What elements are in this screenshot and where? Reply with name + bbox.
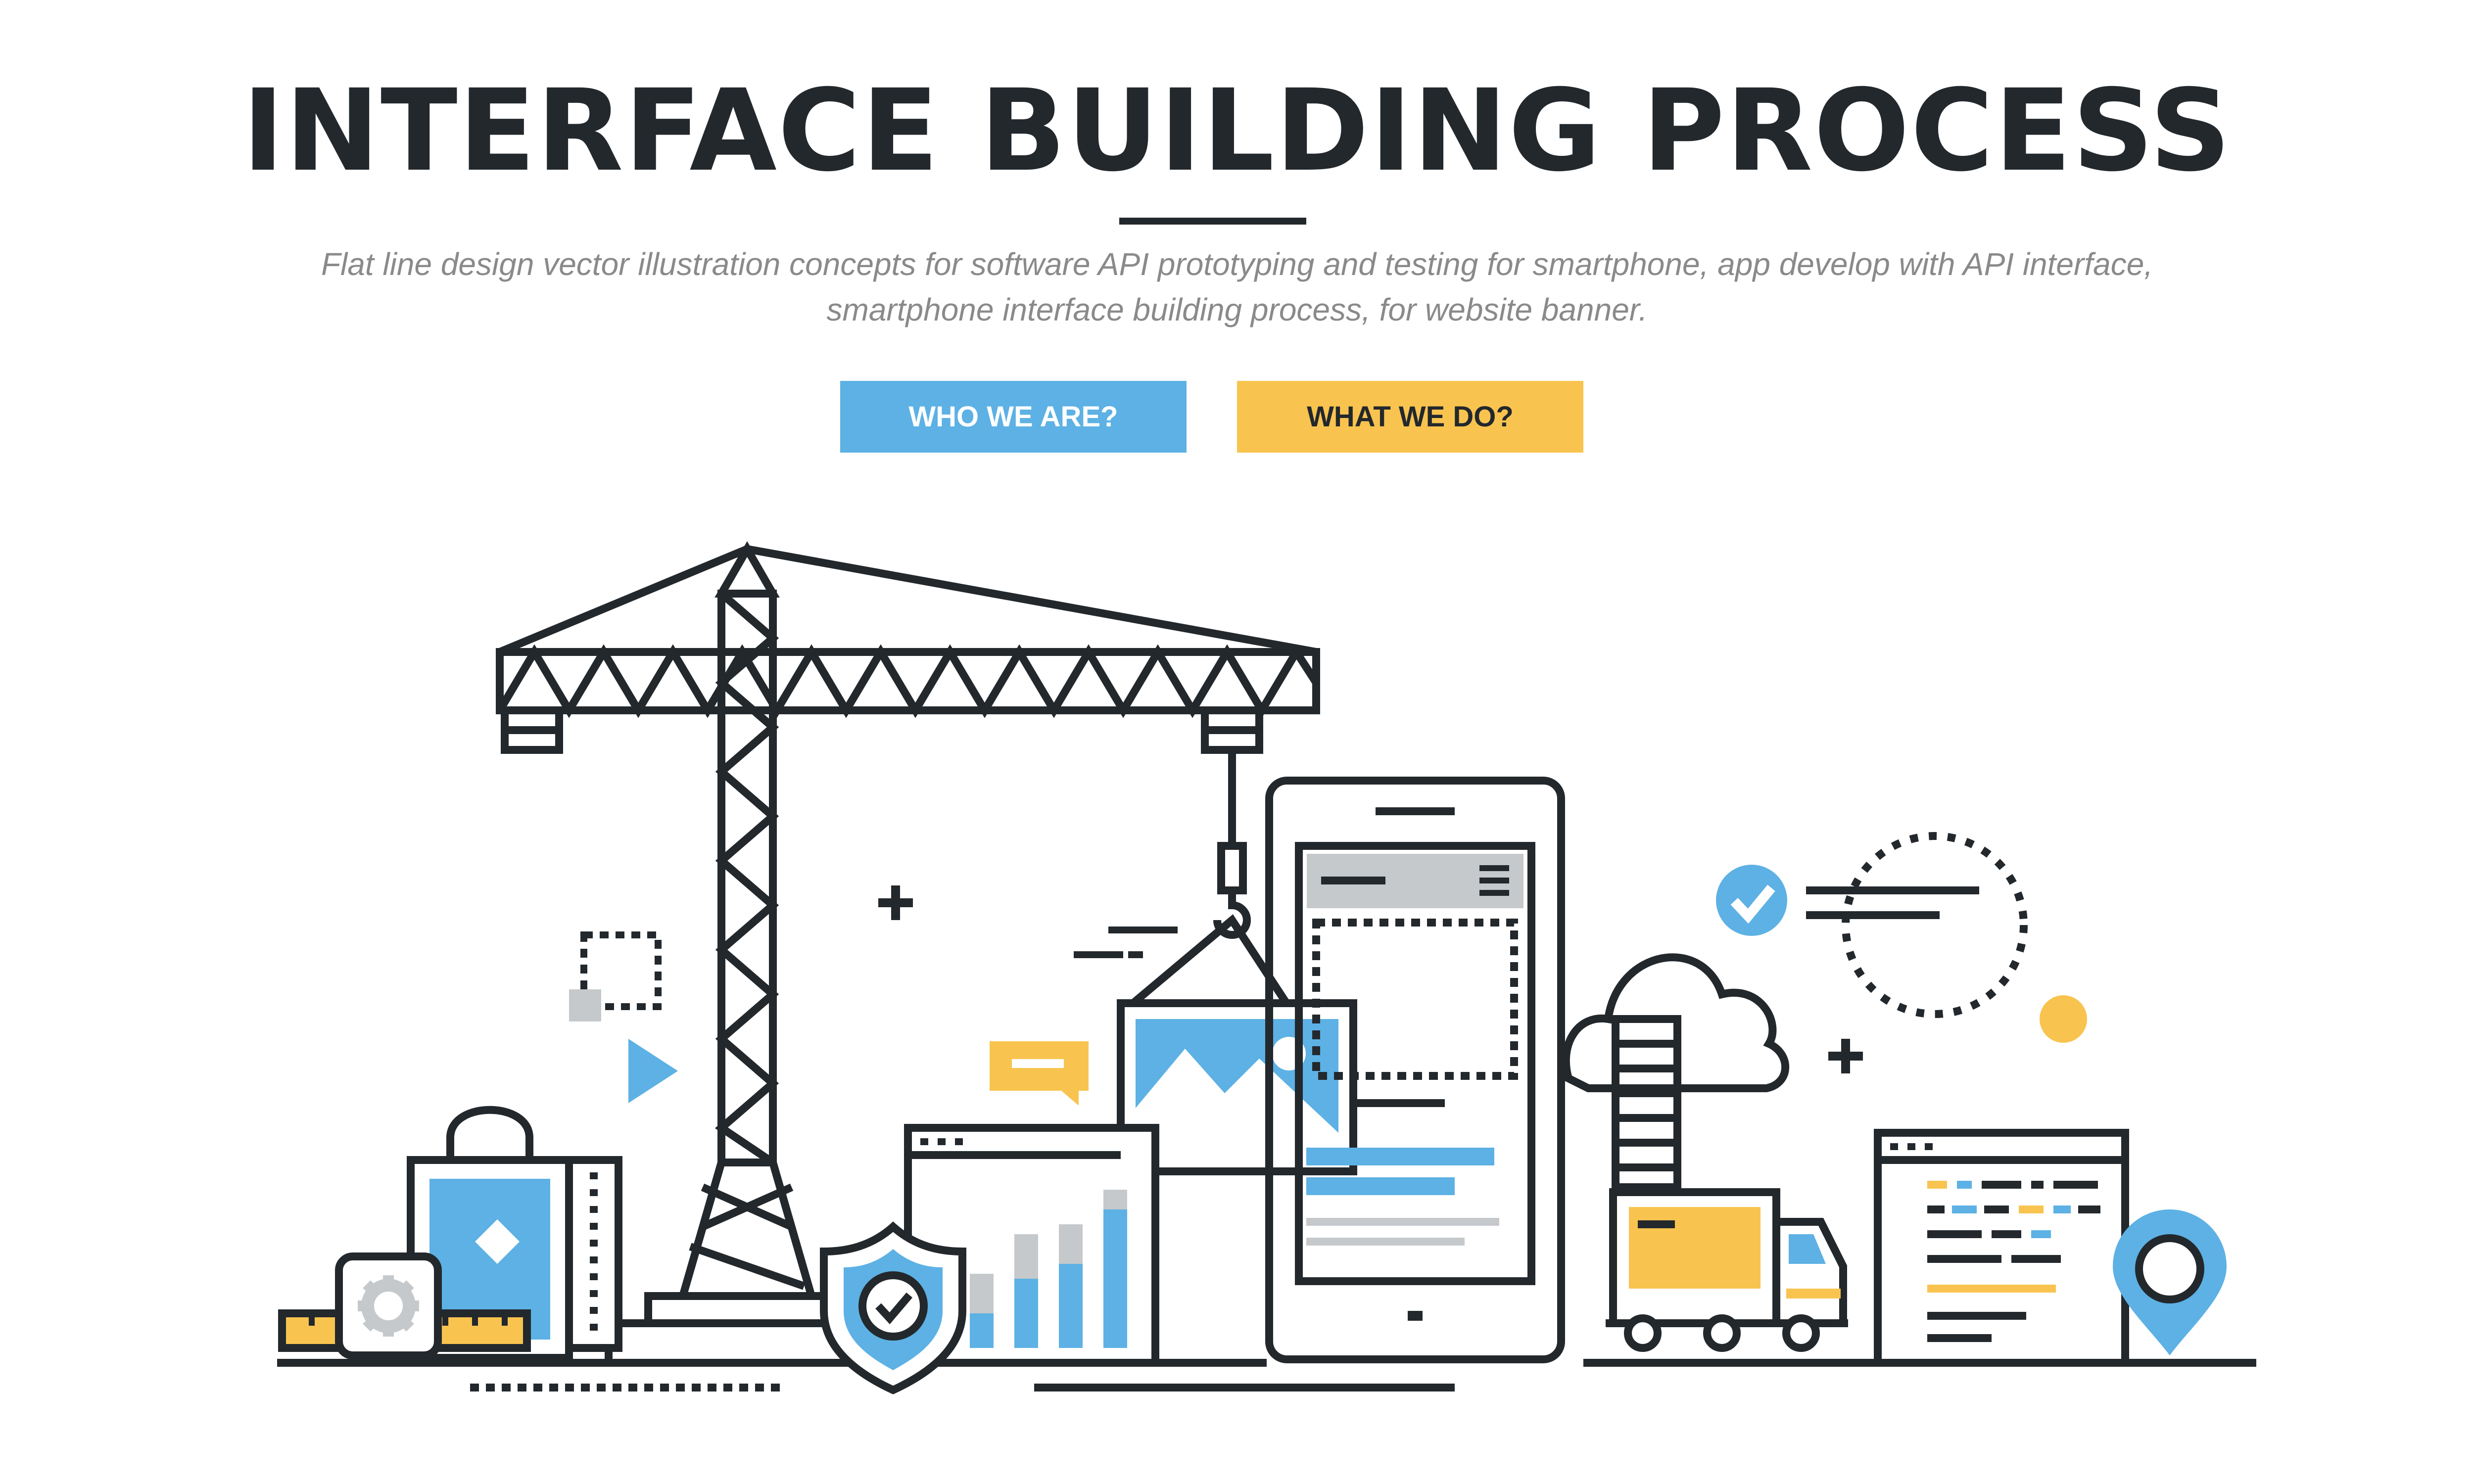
delivery-truck-icon <box>1606 1188 1848 1352</box>
dashed-circle-icon <box>1806 832 2087 1043</box>
illustration <box>277 541 2256 1394</box>
location-pin-icon <box>2113 1209 2227 1355</box>
chat-bubble-icon <box>990 1041 1089 1106</box>
code-window-icon <box>1874 1129 2129 1367</box>
gear-icon <box>335 1252 442 1359</box>
smartphone-icon <box>1265 777 1565 1363</box>
check-badge-icon <box>1716 865 1787 936</box>
cloud-icon <box>1562 953 1790 1191</box>
